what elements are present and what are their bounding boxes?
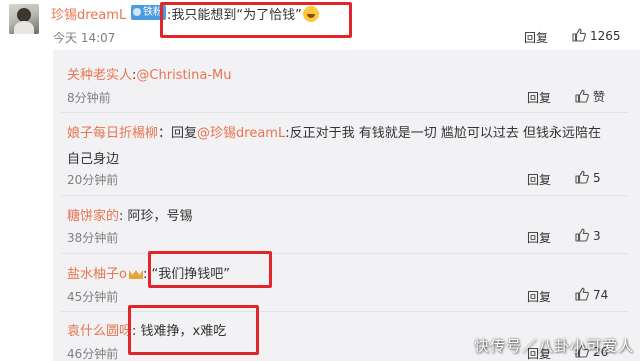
like-label: 赞: [593, 90, 606, 104]
reply-username[interactable]: 娘子每日折楊柳: [67, 126, 158, 141]
main-comment-time: 今天 14:07: [53, 31, 116, 45]
like-button[interactable]: 1265: [572, 28, 621, 43]
highlight-box: [128, 305, 259, 355]
reply-time: 38分钟前: [67, 231, 119, 245]
reply-mention[interactable]: @Christina-Mu: [136, 68, 231, 83]
divider: [61, 253, 628, 254]
reply-button[interactable]: 回复: [527, 89, 551, 106]
reply-separator: ：回复: [158, 126, 198, 141]
thumbs-up-icon: [572, 28, 586, 42]
reply-username[interactable]: 盐水柚子o: [67, 267, 127, 282]
reply-mention[interactable]: @珍锡dreamL: [197, 126, 285, 141]
reply-username[interactable]: 袁什么圆呀: [67, 324, 132, 339]
reply-item: 糖饼家的: 阿珍，号锡: [67, 205, 193, 224]
reply-button[interactable]: 回复: [524, 29, 548, 46]
reply-time: 8分钟前: [67, 91, 111, 105]
like-button[interactable]: 5: [575, 170, 601, 185]
reply-text-continued: 自己身边: [67, 152, 120, 167]
thumbs-up-icon: [575, 228, 589, 242]
like-button[interactable]: 赞: [575, 88, 605, 105]
reply-text: 阿珍，号锡: [127, 209, 193, 224]
divider: [61, 112, 628, 113]
reply-time: 46分钟前: [67, 347, 119, 361]
like-count: 3: [593, 229, 601, 243]
highlight-box: [148, 251, 272, 288]
reply-username[interactable]: 关种老实人: [67, 68, 132, 83]
reply-button[interactable]: 回复: [527, 288, 551, 305]
like-count: 1265: [590, 29, 621, 43]
reply-text: :反正对于我 有钱就是一切 尴尬可以过去 但钱永远陪在: [285, 126, 601, 141]
like-count: 5: [593, 171, 601, 185]
reply-time: 20分钟前: [67, 173, 119, 187]
reply-button[interactable]: 回复: [527, 171, 551, 188]
main-comment: 珍锡dreamL 铁粉 :我只能想到“为了恰钱” 今天 14:07 回复 126…: [0, 0, 640, 50]
divider: [61, 195, 628, 196]
highlight-box: [160, 2, 352, 38]
like-button[interactable]: 74: [575, 287, 608, 302]
reply-separator: :: [142, 267, 148, 282]
reply-separator: :: [119, 209, 124, 224]
thumbs-up-icon: [575, 170, 589, 184]
crown-icon: [129, 267, 143, 279]
reply-button[interactable]: 回复: [527, 229, 551, 246]
reply-item: 娘子每日折楊柳：回复@珍锡dreamL:反正对于我 有钱就是一切 尴尬可以过去 …: [67, 122, 601, 141]
thumbs-up-icon: [575, 89, 589, 103]
main-comment-username[interactable]: 珍锡dreamL: [51, 4, 126, 23]
like-button[interactable]: 3: [575, 228, 601, 243]
like-count: 74: [593, 288, 609, 302]
reply-username[interactable]: 糖饼家的: [67, 209, 119, 224]
watermark: 快传号／八卦小可爱人: [474, 337, 635, 355]
reply-time: 45分钟前: [67, 290, 119, 304]
reply-item: 关种老实人:@Christina-Mu: [67, 64, 232, 83]
avatar[interactable]: [9, 4, 39, 34]
thumbs-up-icon: [575, 287, 589, 301]
